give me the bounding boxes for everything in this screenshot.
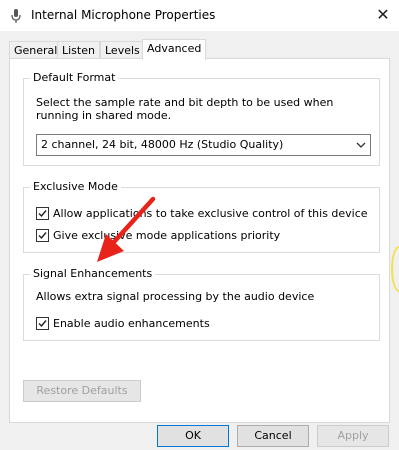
exclusive-priority-option[interactable]: Give exclusive mode applications priorit… bbox=[36, 228, 366, 244]
signal-enhancements-group: Signal Enhancements Allows extra signal … bbox=[23, 267, 380, 341]
ok-button[interactable]: OK bbox=[157, 425, 229, 447]
apply-button[interactable]: Apply bbox=[317, 425, 389, 447]
checkmark-icon bbox=[38, 210, 47, 218]
tab-listen[interactable]: Listen bbox=[57, 41, 100, 58]
enable-enhancements-label: Enable audio enhancements bbox=[53, 317, 210, 330]
chevron-down-icon bbox=[356, 142, 366, 148]
window-title: Internal Microphone Properties bbox=[31, 8, 216, 22]
tab-levels[interactable]: Levels bbox=[100, 41, 145, 58]
close-button[interactable]: ✕ bbox=[370, 4, 396, 26]
cursor-highlight bbox=[391, 246, 399, 292]
restore-defaults-button[interactable]: Restore Defaults bbox=[23, 380, 141, 402]
enable-enhancements-option[interactable]: Enable audio enhancements bbox=[36, 316, 236, 332]
cancel-button[interactable]: Cancel bbox=[237, 425, 309, 447]
checkmark-icon bbox=[38, 232, 47, 240]
signal-enhancements-description: Allows extra signal processing by the au… bbox=[36, 290, 315, 303]
signal-enhancements-title: Signal Enhancements bbox=[30, 267, 156, 280]
enable-enhancements-checkbox[interactable] bbox=[36, 317, 49, 330]
exclusive-priority-checkbox[interactable] bbox=[36, 229, 49, 242]
default-format-group: Default Format Select the sample rate an… bbox=[23, 71, 380, 166]
default-format-select[interactable]: 2 channel, 24 bit, 48000 Hz (Studio Qual… bbox=[36, 134, 371, 156]
allow-exclusive-control-option[interactable]: Allow applications to take exclusive con… bbox=[36, 206, 368, 222]
title-bar: Internal Microphone Properties ✕ bbox=[0, 0, 399, 31]
tab-strip: General Listen Levels Advanced bbox=[9, 39, 389, 60]
microphone-icon bbox=[11, 9, 21, 23]
exclusive-priority-label: Give exclusive mode applications priorit… bbox=[53, 229, 281, 242]
exclusive-mode-group: Exclusive Mode Allow applications to tak… bbox=[23, 180, 380, 253]
exclusive-mode-title: Exclusive Mode bbox=[30, 180, 121, 193]
allow-exclusive-control-checkbox[interactable] bbox=[36, 207, 49, 220]
close-icon: ✕ bbox=[376, 5, 390, 24]
tab-advanced[interactable]: Advanced bbox=[142, 39, 207, 60]
default-format-value: 2 channel, 24 bit, 48000 Hz (Studio Qual… bbox=[41, 138, 284, 151]
default-format-description: Select the sample rate and bit depth to … bbox=[36, 96, 334, 122]
allow-exclusive-control-label: Allow applications to take exclusive con… bbox=[53, 207, 368, 220]
advanced-tab-panel: Default Format Select the sample rate an… bbox=[9, 58, 390, 423]
default-format-title: Default Format bbox=[30, 71, 119, 84]
tab-general[interactable]: General bbox=[9, 41, 63, 58]
checkmark-icon bbox=[38, 320, 47, 328]
